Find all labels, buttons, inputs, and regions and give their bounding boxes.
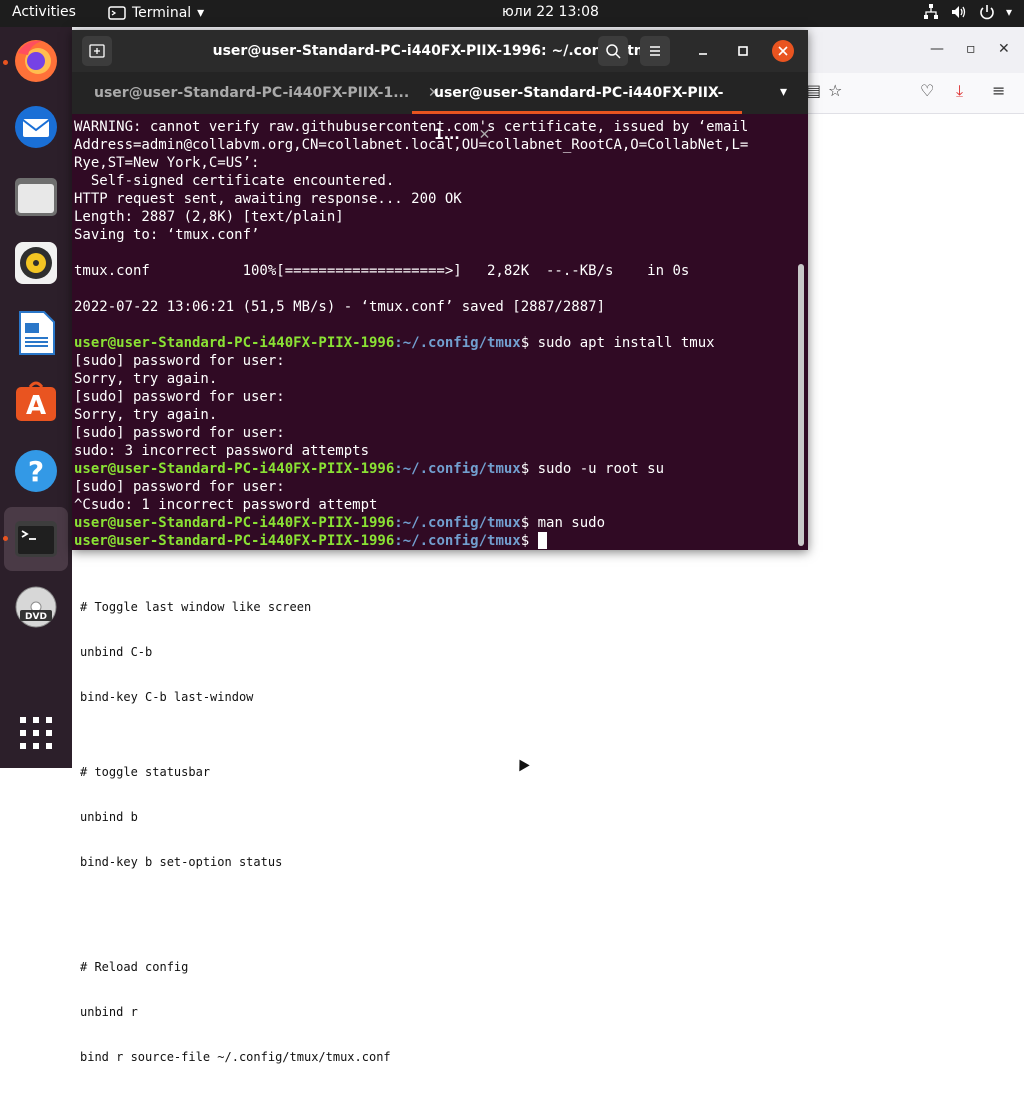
doc-line: unbind b	[80, 810, 138, 824]
prompt-line: user@user-Standard-PC-i440FX-PIIX-1996:~…	[74, 532, 794, 550]
output-line: Self-signed certificate encountered.	[74, 173, 395, 189]
running-indicator	[3, 60, 8, 65]
files-icon[interactable]	[12, 173, 60, 221]
doc-line: # toggle statusbar	[80, 765, 211, 779]
minimize-button[interactable]: —	[930, 41, 944, 57]
hamburger-menu-button[interactable]	[640, 36, 670, 66]
dock: A ? DVD	[0, 27, 72, 768]
download-icon[interactable]: ⤓	[956, 81, 963, 101]
doc-line: bind-key C-b last-window	[80, 690, 254, 704]
output-line: ^Csudo: 1 incorrect password attempt	[74, 497, 378, 513]
command: $ sudo -u root su	[520, 461, 665, 477]
search-button[interactable]	[598, 36, 628, 66]
svg-text:A: A	[26, 391, 46, 421]
thunderbird-icon[interactable]	[12, 103, 60, 151]
system-status-area[interactable]: ▾	[922, 3, 1012, 21]
output-line: [sudo] password for user:	[74, 389, 285, 405]
output-line: 2022-07-22 13:06:21 (51,5 MB/s) - ‘tmux.…	[74, 299, 606, 315]
search-icon	[606, 44, 621, 59]
output-line: Sorry, try again.	[74, 371, 218, 387]
prompt-line: user@user-Standard-PC-i440FX-PIIX-1996:~…	[74, 460, 794, 478]
output-line: Saving to: ‘tmux.conf’	[74, 227, 260, 243]
prompt-path: :~/.config/tmux	[394, 335, 521, 351]
top-bar: Activities Terminal ▾ юли 22 13:08 ▾	[0, 0, 1024, 27]
terminal-app-icon	[108, 6, 126, 20]
tab-1[interactable]: user@user-Standard-PC-i440FX-PIIX-1... ✕	[94, 72, 440, 114]
prompt-user: user@user-Standard-PC-i440FX-PIIX-1996	[74, 461, 395, 477]
prompt-path: :~/.config/tmux	[394, 515, 521, 531]
output-line: tmux.conf 100%[===================>] 2,8…	[74, 263, 690, 279]
svg-text:DVD: DVD	[25, 612, 47, 622]
chevron-down-icon: ▾	[197, 5, 205, 21]
bookmark-star-icon[interactable]: ☆	[828, 81, 842, 100]
output-line: [sudo] password for user:	[74, 353, 285, 369]
clock[interactable]: юли 22 13:08	[502, 4, 599, 20]
show-applications-icon[interactable]	[12, 709, 60, 757]
svg-text:?: ?	[28, 455, 44, 488]
terminal-icon[interactable]	[12, 515, 60, 563]
doc-line: bind r source-file ~/.config/tmux/tmux.c…	[80, 1050, 391, 1064]
doc-line: unbind r	[80, 1005, 138, 1019]
command: $ man sudo	[520, 515, 606, 531]
app-menu-label: Terminal	[132, 5, 192, 21]
volume-icon	[951, 6, 966, 18]
command: $ sudo apt install tmux	[520, 335, 715, 351]
ubuntu-software-icon[interactable]: A	[12, 377, 60, 425]
output-line: HTTP request sent, awaiting response... …	[74, 191, 462, 207]
text-cursor	[537, 532, 547, 549]
rhythmbox-icon[interactable]	[12, 239, 60, 287]
prompt-line: user@user-Standard-PC-i440FX-PIIX-1996:~…	[74, 334, 794, 352]
minimize-icon[interactable]	[696, 44, 710, 58]
output-line: WARNING: cannot verify raw.githubusercon…	[74, 119, 749, 135]
menu-icon	[650, 46, 660, 56]
output-line: [sudo] password for user:	[74, 425, 285, 441]
running-indicator	[3, 536, 8, 541]
app-menu[interactable]: Terminal ▾	[108, 4, 204, 22]
network-icon	[923, 4, 938, 19]
libreoffice-writer-icon[interactable]	[12, 309, 60, 357]
maximize-icon[interactable]	[736, 44, 750, 58]
output-line: sudo: 3 incorrect password attempts	[74, 443, 370, 459]
doc-line: bind-key b set-option status	[80, 855, 283, 869]
tabs-dropdown-icon[interactable]: ▾	[780, 84, 787, 100]
output-line: [sudo] password for user:	[74, 479, 285, 495]
terminal-headerbar[interactable]: user@user-Standard-PC-i440FX-PIIX-1996: …	[72, 30, 808, 72]
maximize-button[interactable]: ▫	[966, 41, 976, 57]
terminal-window[interactable]: user@user-Standard-PC-i440FX-PIIX-1996: …	[72, 30, 808, 550]
scrollbar[interactable]	[798, 264, 804, 546]
prompt-user: user@user-Standard-PC-i440FX-PIIX-1996	[74, 533, 395, 549]
reader-view-icon[interactable]: ▤	[806, 81, 821, 100]
prompt-user: user@user-Standard-PC-i440FX-PIIX-1996	[74, 335, 395, 351]
prompt-path: :~/.config/tmux	[394, 533, 521, 549]
activities-button[interactable]: Activities	[12, 4, 76, 20]
doc-line: # Toggle last window like screen	[80, 600, 312, 614]
doc-line: unbind C-b	[80, 645, 153, 659]
close-icon[interactable]	[772, 40, 794, 62]
firefox-icon[interactable]	[12, 37, 60, 85]
close-button[interactable]: ✕	[998, 41, 1010, 57]
prompt-line: user@user-Standard-PC-i440FX-PIIX-1996:~…	[74, 514, 794, 532]
output-line: Sorry, try again.	[74, 407, 218, 423]
tab-label: user@user-Standard-PC-i440FX-PIIX-1...	[94, 85, 410, 101]
terminal-tab-bar: user@user-Standard-PC-i440FX-PIIX-1... ✕…	[72, 72, 808, 143]
doc-line: # Reload config	[80, 960, 189, 974]
tab-2[interactable]: user@user-Standard-PC-i440FX-PIIX-1... ✕	[412, 72, 742, 143]
power-icon	[980, 5, 994, 20]
page-content-text: # Toggle last window like screen unbind …	[80, 570, 391, 1095]
output-line: Length: 2887 (2,8K) [text/plain]	[74, 209, 344, 225]
terminal-output[interactable]: WARNING: cannot verify raw.githubusercon…	[74, 118, 794, 550]
help-icon[interactable]: ?	[12, 447, 60, 495]
output-line: Rye,ST=New York,C=US’:	[74, 155, 260, 171]
chevron-down-icon: ▾	[1005, 5, 1012, 19]
prompt-user: user@user-Standard-PC-i440FX-PIIX-1996	[74, 515, 395, 531]
dvd-icon[interactable]: DVD	[12, 583, 60, 631]
output-line: Address=admin@collabvm.org,CN=collabnet.…	[74, 137, 749, 153]
command: $	[520, 533, 538, 549]
prompt-path: :~/.config/tmux	[394, 461, 521, 477]
pocket-icon[interactable]: ♡	[920, 81, 934, 100]
menu-icon[interactable]: ≡	[992, 81, 1005, 100]
